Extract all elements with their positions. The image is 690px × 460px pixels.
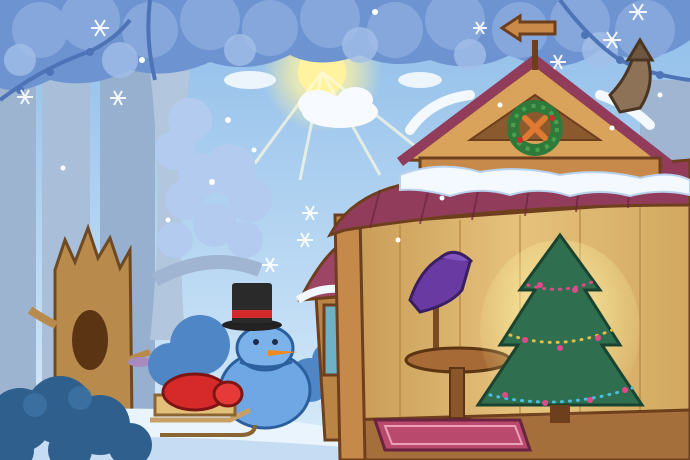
winter-forest-scene bbox=[0, 0, 690, 460]
rug-icon[interactable] bbox=[372, 418, 533, 452]
